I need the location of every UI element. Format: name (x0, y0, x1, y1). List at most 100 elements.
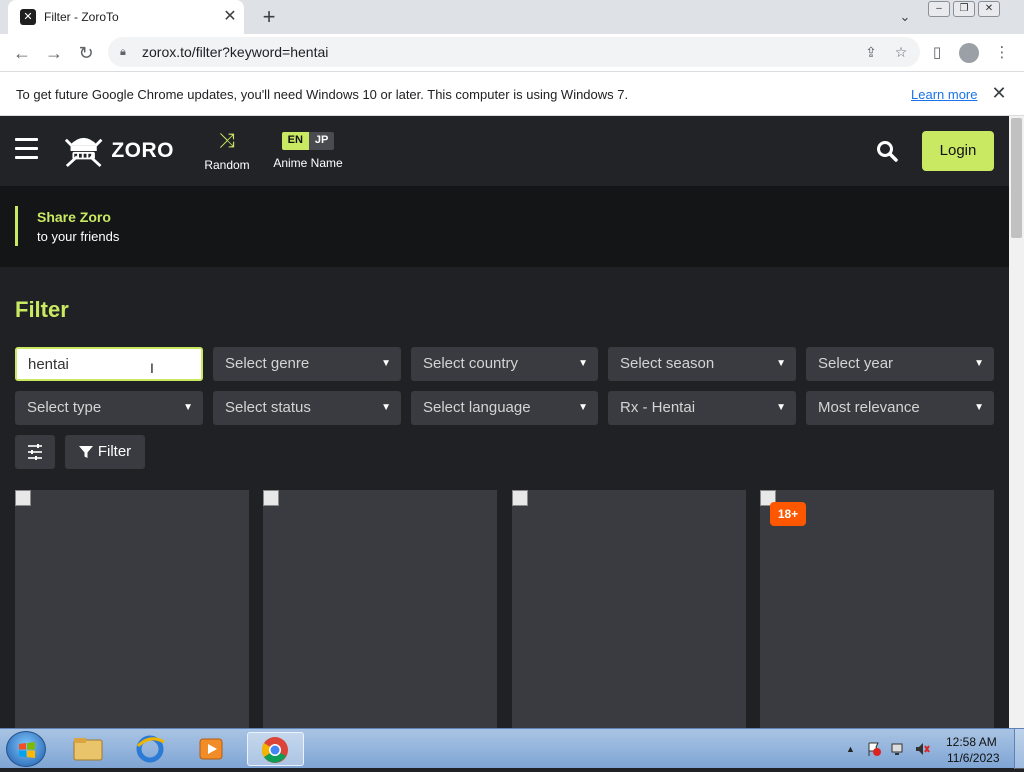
chrome-taskbar-icon[interactable] (247, 732, 304, 766)
filter-page: Filter I Select genre ▼ Select country ▼ S… (0, 267, 1009, 730)
scrollbar-thumb[interactable] (1011, 118, 1022, 238)
text-cursor-icon: I (150, 360, 154, 376)
year-select[interactable]: Select year ▼ (806, 347, 994, 381)
action-center-flag-icon[interactable] (866, 741, 882, 757)
random-label: Random (204, 158, 250, 172)
volume-muted-icon[interactable] (914, 741, 930, 757)
site-header: ZORO ⤨ Random EN JP Anime Name Login (0, 116, 1009, 186)
chevron-down-icon: ▼ (578, 358, 588, 369)
genre-select[interactable]: Select genre ▼ (213, 347, 401, 381)
chevron-down-icon: ▼ (776, 358, 786, 369)
sort-select-label: Most relevance (818, 399, 920, 416)
window-controls: – ❐ ✕ (928, 1, 1003, 17)
restore-button[interactable]: ❐ (953, 1, 975, 17)
share-subtitle: to your friends (37, 229, 120, 244)
page-title: Filter (15, 297, 69, 322)
update-infobar: To get future Google Chrome updates, you… (0, 71, 1024, 116)
media-player-taskbar-icon[interactable] (191, 732, 231, 766)
profile-avatar-icon[interactable] (957, 41, 981, 65)
filter-button-label: Filter (97, 443, 132, 460)
show-desktop-button[interactable] (1014, 729, 1024, 769)
address-bar[interactable]: 🔒︎ zorox.to/filter?keyword=hentai ⇪ ☆ (108, 37, 920, 67)
close-tab-icon[interactable]: ✕ (220, 7, 240, 27)
chevron-down-icon: ▼ (381, 402, 391, 413)
result-card[interactable] (15, 490, 249, 730)
status-select[interactable]: Select status ▼ (213, 391, 401, 425)
zoro-logo-icon (64, 137, 103, 168)
chevron-down-icon: ▼ (776, 402, 786, 413)
learn-more-link[interactable]: Learn more (911, 87, 977, 102)
network-icon[interactable] (890, 741, 906, 757)
type-select[interactable]: Select type ▼ (15, 391, 203, 425)
chrome-menu-icon[interactable]: ⋮ (990, 41, 1014, 65)
country-select[interactable]: Select country ▼ (411, 347, 598, 381)
reload-icon[interactable]: ↻ (73, 40, 99, 66)
bookmark-star-icon[interactable]: ☆ (890, 41, 912, 63)
infobar-message: To get future Google Chrome updates, you… (16, 87, 629, 102)
lock-icon: 🔒︎ (120, 46, 126, 58)
random-button[interactable]: ⤨ Random (200, 130, 254, 172)
zoro-favicon-icon: ✕ (20, 9, 36, 25)
start-button[interactable] (6, 731, 46, 767)
forward-arrow-icon[interactable]: → (41, 40, 67, 66)
show-hidden-icons-icon[interactable]: ▲ (846, 744, 855, 754)
language-select[interactable]: Select language ▼ (411, 391, 598, 425)
rating-select[interactable]: Rx - Hentai ▼ (608, 391, 796, 425)
result-card[interactable] (512, 490, 746, 730)
search-icon[interactable] (875, 139, 899, 163)
tab-search-chevron-icon[interactable]: ⌄ (894, 6, 916, 28)
type-select-label: Select type (27, 399, 102, 416)
share-title: Share Zoro (37, 209, 111, 225)
keyword-input[interactable] (15, 347, 203, 381)
anime-name-label: Anime Name (273, 156, 343, 170)
result-card[interactable]: 18+ (760, 490, 994, 730)
language-select-label: Select language (423, 399, 531, 416)
filter-button[interactable]: Filter (65, 435, 145, 469)
tab-title: Filter - ZoroTo (44, 10, 119, 24)
sliders-icon (28, 444, 42, 460)
lang-en-option[interactable]: EN (281, 132, 309, 150)
chevron-down-icon: ▼ (381, 358, 391, 369)
language-toggle[interactable]: EN JP Anime Name (268, 130, 348, 170)
filter-settings-button[interactable] (15, 435, 55, 469)
side-panel-icon[interactable]: ▯ (925, 41, 949, 65)
site-logo[interactable]: ZORO (64, 130, 174, 172)
back-arrow-icon[interactable]: ← (9, 40, 35, 66)
windows-taskbar: ▲ 12:58 AM 11/6/2023 (0, 728, 1024, 769)
taskbar-date[interactable]: 11/6/2023 (947, 751, 1000, 765)
broken-image-icon (263, 490, 279, 506)
share-section: Share Zoro to your friends (0, 186, 1009, 267)
hamburger-menu-icon[interactable] (15, 138, 38, 162)
share-accent-bar (15, 206, 18, 246)
new-tab-button[interactable]: + (256, 4, 282, 30)
funnel-icon (78, 446, 93, 458)
share-icon[interactable]: ⇪ (860, 41, 882, 63)
browser-tab[interactable]: ✕ Filter - ZoroTo ✕ (8, 0, 244, 34)
page-scrollbar[interactable] (1009, 116, 1024, 728)
login-button[interactable]: Login (922, 131, 994, 171)
year-select-label: Select year (818, 355, 894, 372)
taskbar-time[interactable]: 12:58 AM (946, 735, 997, 749)
broken-image-icon (15, 490, 31, 506)
close-infobar-icon[interactable]: ✕ (990, 84, 1008, 102)
browser-toolbar: ← → ↻ 🔒︎ zorox.to/filter?keyword=hentai … (0, 34, 1024, 71)
adult-badge: 18+ (770, 502, 806, 526)
result-card[interactable] (263, 490, 497, 730)
shuffle-icon: ⤨ (219, 130, 235, 152)
chevron-down-icon: ▼ (183, 402, 193, 413)
file-explorer-taskbar-icon[interactable] (68, 732, 108, 766)
lang-jp-option[interactable]: JP (308, 132, 335, 150)
rating-select-label: Rx - Hentai (620, 399, 696, 416)
genre-select-label: Select genre (225, 355, 310, 372)
tab-strip: ✕ Filter - ZoroTo ✕ + ⌄ – ❐ ✕ (0, 0, 1024, 34)
minimize-button[interactable]: – (928, 1, 950, 17)
url-text[interactable]: zorox.to/filter?keyword=hentai (142, 44, 860, 60)
season-select-label: Select season (620, 355, 715, 372)
chevron-down-icon: ▼ (974, 402, 984, 413)
broken-image-icon (512, 490, 528, 506)
close-window-button[interactable]: ✕ (978, 1, 1000, 17)
status-select-label: Select status (225, 399, 311, 416)
sort-select[interactable]: Most relevance ▼ (806, 391, 994, 425)
internet-explorer-taskbar-icon[interactable] (130, 732, 170, 766)
season-select[interactable]: Select season ▼ (608, 347, 796, 381)
